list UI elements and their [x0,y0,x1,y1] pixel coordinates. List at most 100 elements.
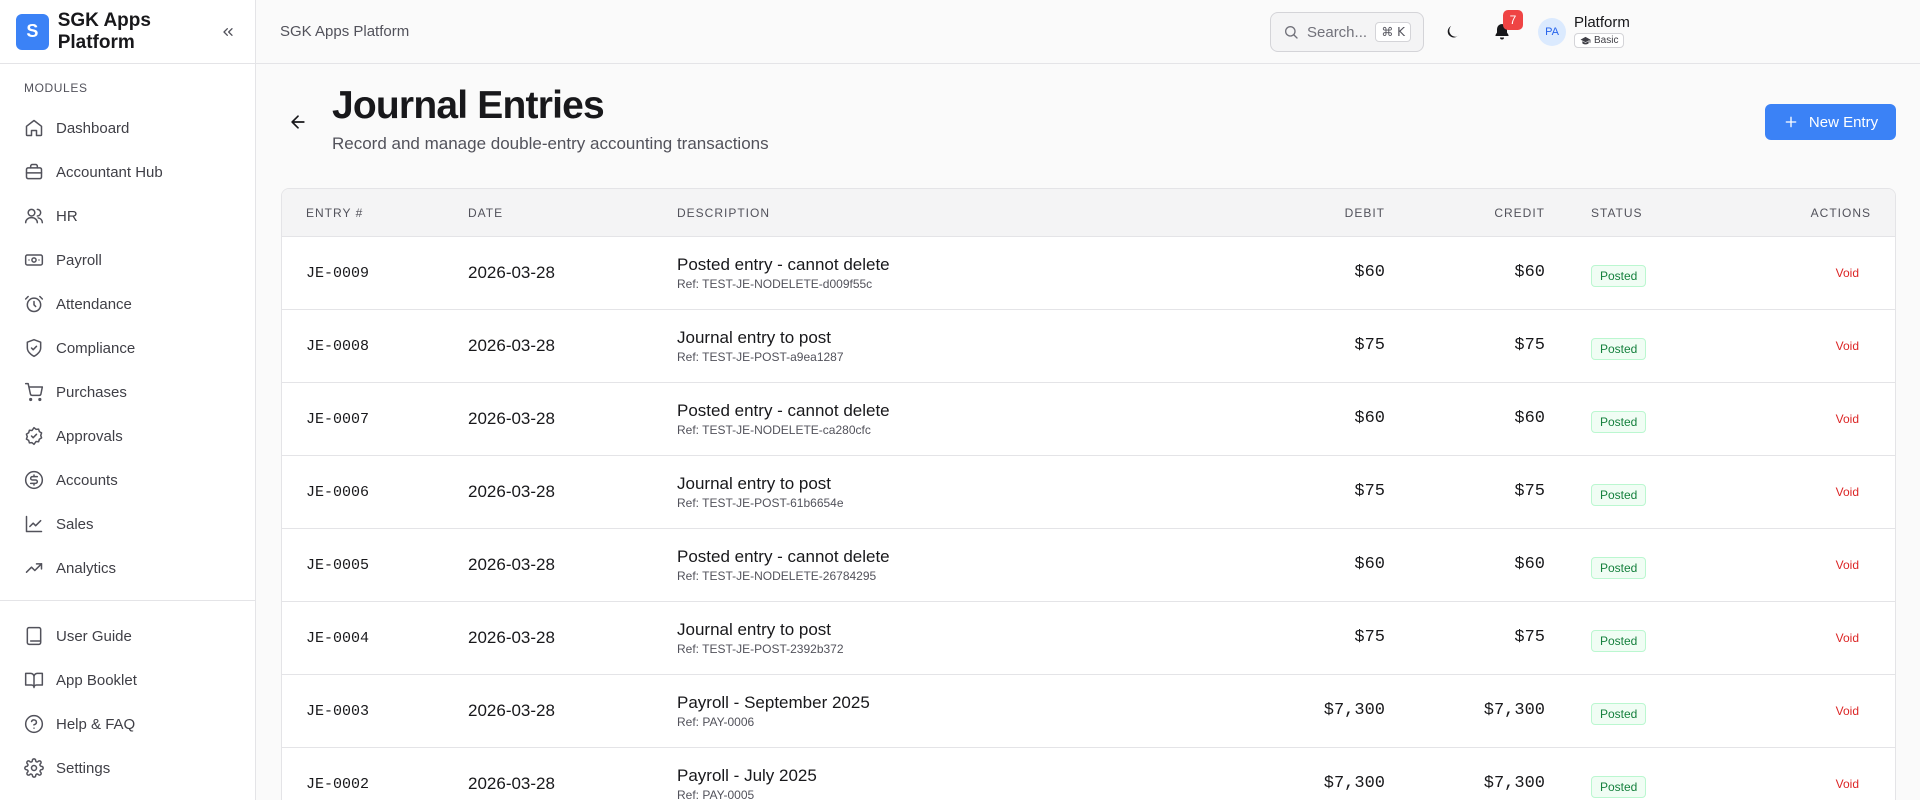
new-entry-label: New Entry [1808,113,1879,131]
sidebar-header: S SGK Apps Platform [0,0,255,64]
back-button[interactable] [288,112,308,132]
sidebar-item-label: Approvals [56,427,123,445]
void-button[interactable]: Void [1836,704,1859,718]
banknote-icon [24,254,44,266]
sidebar-item-sales[interactable]: Sales [0,502,255,546]
entry-description: Payroll - September 2025 Ref: PAY-0006 [677,693,870,729]
avatar[interactable]: PA [1538,18,1566,46]
sidebar-item-label: Help & FAQ [56,715,136,733]
void-button[interactable]: Void [1836,631,1859,645]
sidebar-item-label: App Booklet [56,671,137,689]
app-logo[interactable]: S [16,13,49,50]
sidebar-item-user-guide[interactable]: User Guide [0,614,255,658]
table-row[interactable]: JE-0003 2026-03-28 Payroll - September 2… [282,675,1895,748]
graduation-cap-icon [1580,36,1591,45]
credit-amount: $60 [1514,263,1545,282]
entry-number: JE-0005 [306,557,370,574]
sidebar-item-accountant-hub[interactable]: Accountant Hub [0,150,255,194]
dollar-icon [24,470,44,490]
void-button[interactable]: Void [1836,558,1859,572]
notification-badge: 7 [1503,10,1523,30]
sidebar-item-label: Payroll [56,251,102,269]
void-button[interactable]: Void [1836,266,1859,280]
org-switcher[interactable]: Platform Basic [1574,14,1630,50]
page-subtitle: Record and manage double-entry accountin… [332,134,769,153]
reference-text: Ref: TEST-JE-NODELETE-ca280cfc [677,423,871,437]
status-badge: Posted [1591,557,1647,579]
home-icon [25,119,43,137]
table-row[interactable]: JE-0005 2026-03-28 Posted entry - cannot… [282,529,1895,602]
debit-amount: $60 [1354,263,1385,282]
table-row[interactable]: JE-0006 2026-03-28 Journal entry to post… [282,456,1895,529]
column-header-debit[interactable]: DEBIT [1345,189,1385,237]
entry-date: 2026-03-28 [468,336,555,355]
table-row[interactable]: JE-0004 2026-03-28 Journal entry to post… [282,602,1895,675]
void-button[interactable]: Void [1836,412,1859,426]
table-row[interactable]: JE-0007 2026-03-28 Posted entry - cannot… [282,383,1895,456]
breadcrumb[interactable]: SGK Apps Platform [280,23,409,40]
sidebar: S SGK Apps Platform MODULES Dashboard Ac… [0,0,256,800]
void-button[interactable]: Void [1836,339,1859,353]
sidebar-item-label: Compliance [56,339,136,357]
sidebar-item-label: Purchases [56,383,127,401]
entry-description: Journal entry to post Ref: TEST-JE-POST-… [677,620,844,656]
debit-amount: $75 [1354,336,1385,355]
debit-amount: $7,300 [1323,701,1385,720]
entry-number: JE-0009 [306,265,370,282]
column-header-entry[interactable]: ENTRY # [306,189,363,237]
entry-number: JE-0006 [306,484,370,501]
reference-text: Ref: TEST-JE-POST-61b6654e [677,496,844,510]
cart-icon [24,382,44,402]
collapse-sidebar-button[interactable] [217,20,239,44]
sidebar-item-dashboard[interactable]: Dashboard [0,106,255,150]
entry-number: JE-0007 [306,411,370,428]
reference-text: Ref: TEST-JE-NODELETE-d009f55c [677,277,873,291]
void-button[interactable]: Void [1836,485,1859,499]
chevrons-left-icon [223,27,233,36]
shield-icon [26,338,42,358]
entry-description: Journal entry to post Ref: TEST-JE-POST-… [677,328,844,364]
credit-amount: $7,300 [1483,774,1545,793]
column-header-date[interactable]: DATE [468,189,503,237]
sidebar-item-purchases[interactable]: Purchases [0,370,255,414]
sidebar-item-help-faq[interactable]: Help & FAQ [0,702,255,746]
column-header-description[interactable]: DESCRIPTION [677,189,770,237]
debit-amount: $7,300 [1323,774,1385,793]
theme-toggle-button[interactable] [1442,20,1466,44]
sidebar-item-attendance[interactable]: Attendance [0,282,255,326]
entry-description: Posted entry - cannot delete Ref: TEST-J… [677,255,890,291]
sidebar-item-hr[interactable]: HR [0,194,255,238]
sidebar-item-label: HR [56,207,78,225]
status-badge: Posted [1591,703,1647,725]
trending-up-icon [25,515,43,533]
sidebar-item-label: Settings [56,759,111,777]
sidebar-item-app-booklet[interactable]: App Booklet [0,658,255,702]
credit-amount: $75 [1514,628,1545,647]
description-text: Posted entry - cannot delete [677,401,890,420]
users-icon [24,208,44,224]
table-row[interactable]: JE-0002 2026-03-28 Payroll - July 2025 R… [282,748,1895,800]
gear-icon [24,758,44,778]
table-row[interactable]: JE-0008 2026-03-28 Journal entry to post… [282,310,1895,383]
sidebar-nav: Dashboard Accountant Hub HR Payroll Atte… [0,106,255,600]
sidebar-item-accounts[interactable]: Accounts [0,458,255,502]
table-row[interactable]: JE-0009 2026-03-28 Posted entry - cannot… [282,237,1895,310]
entry-description: Journal entry to post Ref: TEST-JE-POST-… [677,474,844,510]
column-header-status[interactable]: STATUS [1591,189,1643,237]
sidebar-item-settings[interactable]: Settings [0,746,255,790]
new-entry-button[interactable]: New Entry [1765,104,1896,140]
plan-badge: Basic [1574,33,1625,48]
void-button[interactable]: Void [1836,777,1859,791]
description-text: Posted entry - cannot delete [677,255,890,274]
column-header-actions: ACTIONS [1810,206,1871,220]
book-open-icon [24,672,44,689]
search-button[interactable]: Search... ⌘ K [1270,12,1424,52]
column-header-credit[interactable]: CREDIT [1494,189,1545,237]
sidebar-item-analytics[interactable]: Analytics [0,546,255,590]
description-text: Journal entry to post [677,620,832,639]
sidebar-item-compliance[interactable]: Compliance [0,326,255,370]
description-text: Journal entry to post [677,328,832,347]
moon-icon [1447,26,1459,38]
sidebar-item-payroll[interactable]: Payroll [0,238,255,282]
sidebar-item-approvals[interactable]: Approvals [0,414,255,458]
